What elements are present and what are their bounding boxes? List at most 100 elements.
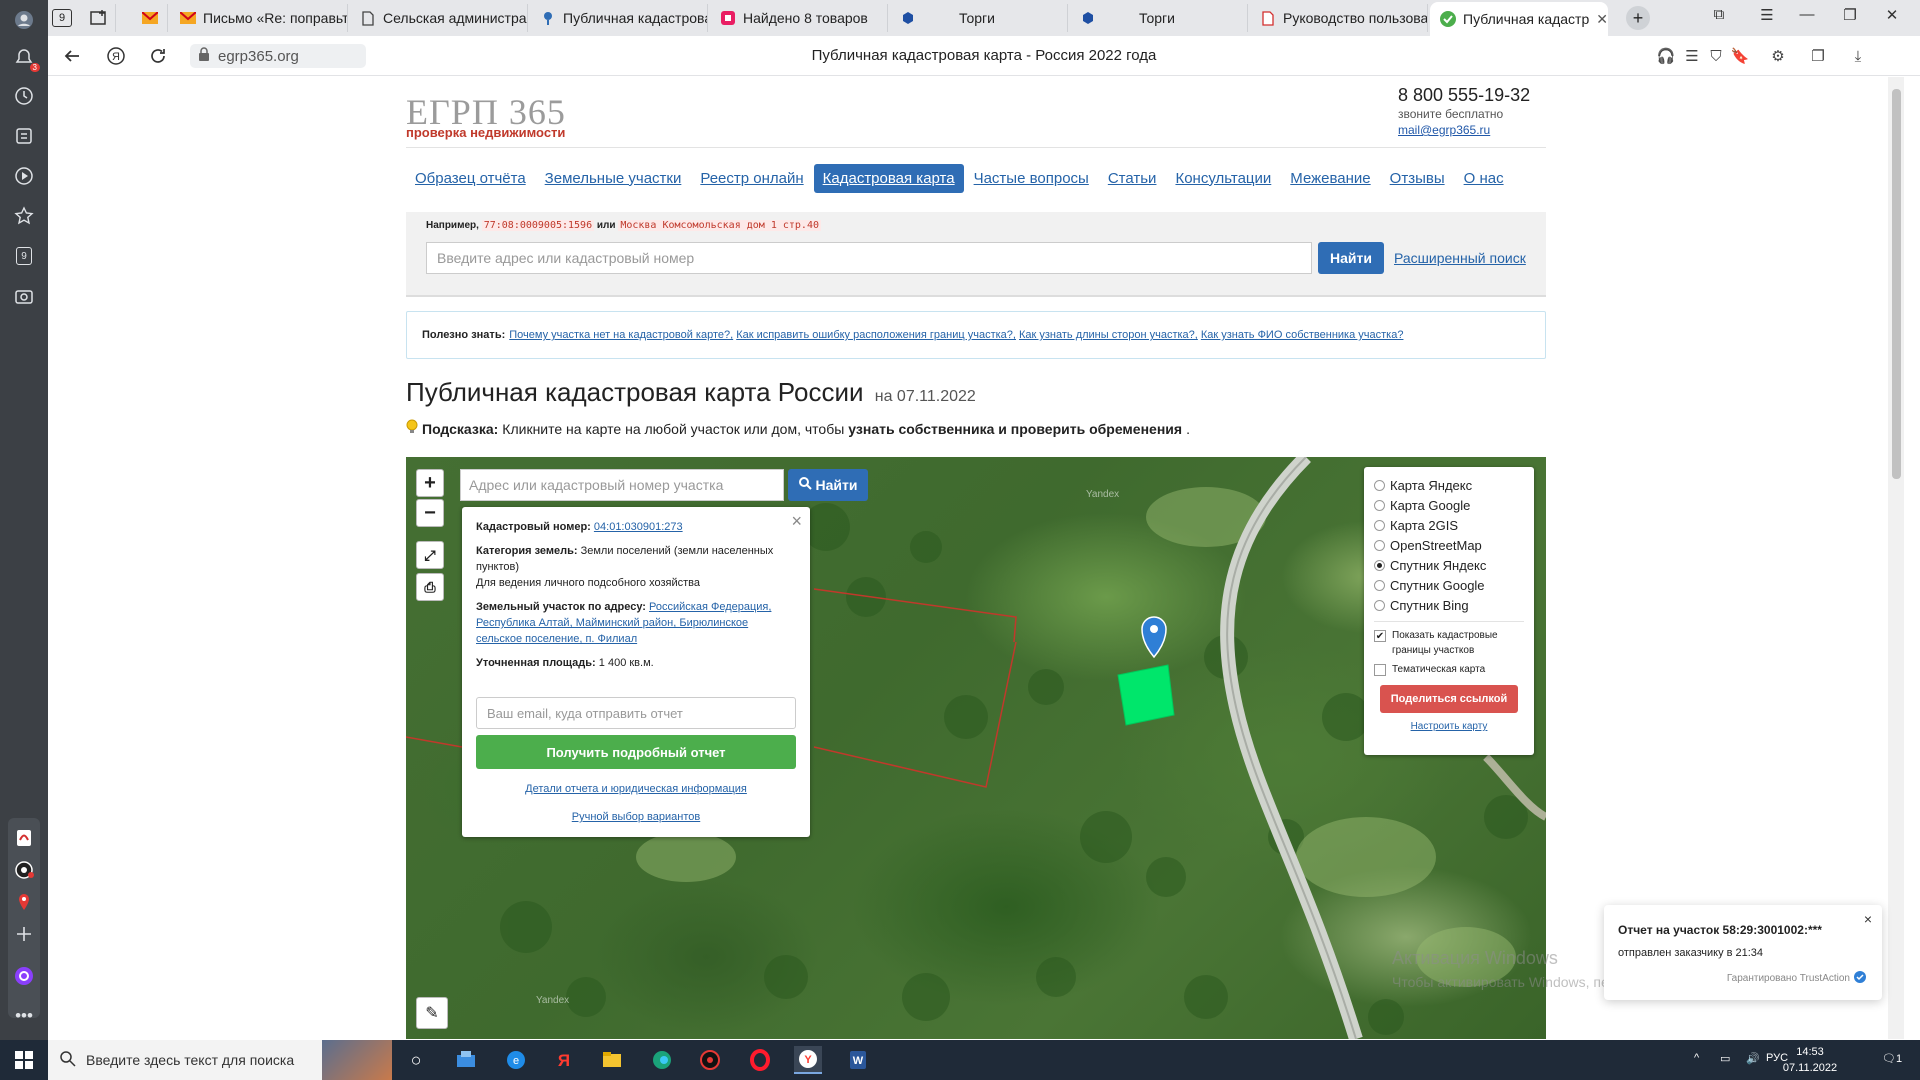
tab-mail-pinned[interactable] [132, 4, 168, 32]
close-popup-icon[interactable]: × [791, 511, 802, 532]
email-link[interactable]: mail@egrp365.ru [1398, 123, 1490, 137]
map-search-button[interactable]: Найти [788, 469, 868, 501]
file-explorer-icon[interactable] [598, 1046, 626, 1074]
thematic-map-checkbox[interactable]: Тематическая карта [1374, 662, 1524, 677]
protect-icon[interactable]: ⛉ [1706, 46, 1726, 66]
map-pin-icon[interactable] [12, 890, 36, 914]
advanced-search-link[interactable]: Расширенный поиск [1394, 250, 1526, 266]
yandex-icon[interactable]: Я [104, 44, 128, 68]
close-tab-icon[interactable]: ✕ [1596, 11, 1608, 28]
download-icon[interactable]: ⤓ [1848, 46, 1868, 66]
tip-link[interactable]: Как исправить ошибку расположения границ… [736, 329, 1016, 341]
close-window-icon[interactable]: ✕ [1880, 6, 1904, 24]
fullscreen-icon[interactable]: ⤢ [416, 541, 444, 569]
tabs-menu-icon[interactable]: ⧉ [1707, 6, 1731, 23]
checkbox-checked[interactable]: ✔ [1374, 630, 1386, 642]
search-input[interactable]: Введите адрес или кадастровый номер [426, 242, 1312, 274]
extension-icon[interactable]: ⚙ [1768, 46, 1788, 66]
alice-icon[interactable] [12, 964, 36, 988]
counter-icon[interactable]: 9 [12, 244, 36, 268]
map-search-input[interactable]: Адрес или кадастровый номер участка [460, 469, 784, 501]
layer-bing-satellite[interactable]: Спутник Bing [1374, 595, 1524, 615]
edge-legacy-icon[interactable]: e [502, 1046, 530, 1074]
menu-land-plots[interactable]: Земельные участки [536, 164, 691, 193]
bookmark-icon[interactable]: 🔖 [1730, 46, 1750, 66]
zoom-in-button[interactable]: + [416, 469, 444, 497]
tray-volume-icon[interactable]: 🔊 [1746, 1052, 1760, 1065]
opera-icon[interactable] [746, 1046, 774, 1074]
cadastral-map[interactable]: Yandex Yandex + − ⤢ ⎙ ✎ Адрес или кадаст… [406, 457, 1546, 1039]
menu-cadastral-map[interactable]: Кадастровая карта [813, 163, 964, 193]
layer-google-map[interactable]: Карта Google [1374, 495, 1524, 515]
page-scrollbar[interactable] [1888, 77, 1904, 1039]
tray-clock[interactable]: 14:53 07.11.2022 [1780, 1044, 1840, 1076]
configure-map-link[interactable]: Настроить карту [1374, 721, 1524, 732]
tab-torgi-2[interactable]: Торги [1070, 4, 1248, 32]
pdf-icon[interactable] [12, 826, 36, 850]
tray-network-icon[interactable]: ▭ [1720, 1052, 1730, 1065]
headphones-icon[interactable]: 🎧 [1656, 46, 1676, 66]
map-pin-icon[interactable] [1141, 616, 1167, 659]
tip-link[interactable]: Как узнать длины сторон участка?, [1019, 329, 1198, 341]
tab-products[interactable]: Найдено 8 товаров [710, 4, 888, 32]
profile-icon[interactable] [12, 8, 36, 32]
tray-chevron-icon[interactable]: ^ [1694, 1052, 1699, 1064]
new-tab-button[interactable]: + [1620, 4, 1656, 32]
manual-selection-link[interactable]: Ручной выбор вариантов [462, 811, 810, 823]
selected-parcel[interactable] [1117, 664, 1175, 726]
add-app-icon[interactable] [12, 922, 36, 946]
back-icon[interactable] [60, 44, 84, 68]
menu-articles[interactable]: Статьи [1099, 164, 1166, 193]
recorder-icon[interactable] [12, 858, 36, 882]
tab-village-admin[interactable]: Сельская администрац [350, 4, 528, 32]
edge-icon[interactable] [648, 1046, 676, 1074]
menu-registry[interactable]: Реестр онлайн [691, 164, 812, 193]
show-borders-checkbox[interactable]: ✔ Показать кадастровые границы участков [1374, 628, 1524, 658]
tab-cadastral-1[interactable]: Публичная кадастрова [530, 4, 708, 32]
example-code[interactable]: 77:08:0009005:1596 [481, 220, 595, 231]
more-icon[interactable]: ••• [12, 1004, 36, 1028]
menu-consultations[interactable]: Консультации [1166, 164, 1280, 193]
checkbox-unchecked[interactable] [1374, 664, 1386, 676]
history-icon[interactable] [12, 84, 36, 108]
tip-link[interactable]: Почему участка нет на кадастровой карте?… [509, 329, 733, 341]
layer-google-satellite[interactable]: Спутник Google [1374, 575, 1524, 595]
notifications-icon[interactable]: 🗨1 [1882, 1052, 1902, 1065]
yandex-active-icon[interactable]: Y [794, 1046, 822, 1074]
report-details-link[interactable]: Детали отчета и юридическая информация [462, 783, 810, 795]
star-icon[interactable] [12, 204, 36, 228]
new-tab-icon[interactable] [84, 4, 116, 32]
layer-2gis-map[interactable]: Карта 2GIS [1374, 515, 1524, 535]
layer-yandex-satellite[interactable]: Спутник Яндекс [1374, 555, 1524, 575]
layer-osm[interactable]: OpenStreetMap [1374, 535, 1524, 555]
minimize-icon[interactable]: — [1795, 6, 1819, 23]
layer-yandex-map[interactable]: Карта Яндекс [1374, 475, 1524, 495]
scrollbar-thumb[interactable] [1892, 89, 1901, 479]
cadastral-number-link[interactable]: 04:01:030901:273 [594, 521, 683, 533]
reload-icon[interactable] [146, 44, 170, 68]
task-view-icon[interactable]: ○ [402, 1046, 430, 1074]
taskbar-search[interactable]: Введите здесь текст для поиска [48, 1040, 392, 1080]
get-report-button[interactable]: Получить подробный отчет [476, 735, 796, 769]
menu-faq[interactable]: Частые вопросы [965, 164, 1098, 193]
menu-icon[interactable]: ☰ [1755, 6, 1779, 24]
word-icon[interactable]: W [844, 1046, 872, 1074]
email-input[interactable]: Ваш email, куда отправить отчет [476, 697, 796, 729]
example-address[interactable]: Москва Комсомольская дом 1 стр.40 [618, 220, 821, 231]
tab-torgi-1[interactable]: Торги [890, 4, 1068, 32]
tab-mail-letter[interactable]: Письмо «Re: поправьте [170, 4, 348, 32]
close-toast-icon[interactable]: × [1864, 911, 1872, 927]
zoom-out-button[interactable]: − [416, 499, 444, 527]
reader-icon[interactable]: ☰ [1682, 46, 1702, 66]
screenshot-icon[interactable] [12, 284, 36, 308]
ruler-icon[interactable]: ✎ [416, 997, 448, 1029]
menu-surveying[interactable]: Межевание [1281, 164, 1379, 193]
search-button[interactable]: Найти [1318, 242, 1384, 274]
app-red-icon[interactable] [696, 1046, 724, 1074]
task-app-icon[interactable] [452, 1046, 480, 1074]
collections-icon[interactable] [12, 124, 36, 148]
print-icon[interactable]: ⎙ [416, 573, 444, 601]
restore-icon[interactable]: ❐ [1838, 6, 1862, 24]
share-link-button[interactable]: Поделиться ссылкой [1380, 685, 1518, 713]
tip-link[interactable]: Как узнать ФИО собственника участка? [1201, 329, 1404, 341]
